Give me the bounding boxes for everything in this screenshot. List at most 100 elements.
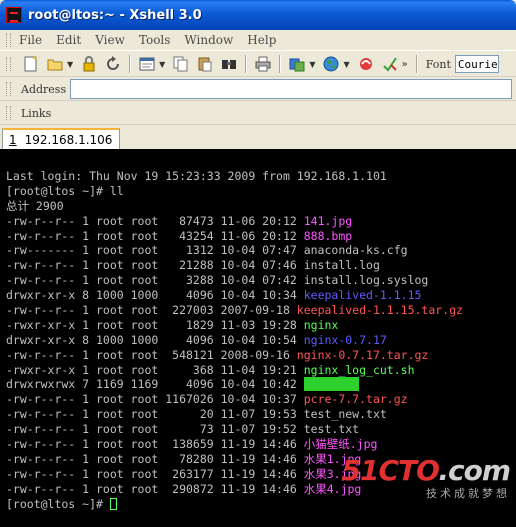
terminal-text: pcre-7.7.tar.gz	[303, 392, 408, 407]
terminal-line: -rw-r--r-- 1 root root 548121 2008-09-16…	[6, 348, 516, 363]
terminal-line: drwxr-xr-x 8 1000 1000 4096 10-04 10:34 …	[6, 288, 516, 303]
terminal-line: -rw-r--r-- 1 root root 138659 11-19 14:4…	[6, 437, 516, 452]
terminal-line: -rw-r--r-- 1 root root 263177 11-19 14:4…	[6, 467, 516, 482]
terminal-text: Last login: Thu Nov 19 15:23:33 2009 fro…	[6, 169, 387, 183]
terminal-text: -rw------- 1 root root 1312 10-04 07:47 …	[6, 243, 408, 258]
terminal-line: -rw------- 1 root root 1312 10-04 07:47 …	[6, 243, 516, 258]
terminal-text: pcre-7.7	[303, 377, 360, 392]
terminal-line: -rw-r--r-- 1 root root 3288 10-04 07:42 …	[6, 273, 516, 288]
terminal-line: -rwxr-xr-x 1 root root 1829 11-03 19:28 …	[6, 318, 516, 333]
links-label: Links	[21, 106, 52, 120]
tab-session-1[interactable]: 1 192.168.1.106	[2, 128, 120, 149]
terminal-text: -rw-r--r-- 1 root root 227003 2007-09-18	[6, 303, 297, 318]
address-input[interactable]	[70, 79, 512, 99]
terminal-line: 总计 2900	[6, 199, 516, 214]
menu-file[interactable]: File	[19, 33, 42, 47]
terminal-line: -rw-r--r-- 1 root root 78280 11-19 14:46…	[6, 452, 516, 467]
terminal-line: drwxrwxrwx 7 1169 1169 4096 10-04 10:42 …	[6, 377, 516, 392]
terminal-text: nginx_log_cut.sh	[303, 362, 415, 377]
copy-icon[interactable]	[171, 54, 191, 74]
address-label: Address	[21, 82, 67, 96]
transfer-icon[interactable]	[287, 54, 307, 74]
menu-view[interactable]: View	[95, 33, 125, 47]
terminal-cursor	[109, 498, 117, 511]
terminal-text: -rw-r--r-- 1 root root 21288 10-04 07:46…	[6, 258, 380, 273]
menu-tools[interactable]: Tools	[139, 33, 171, 47]
links-bar: Links	[0, 100, 516, 125]
terminal-text: -rwxr-xr-x 1 root root 368 11-04 19:21	[6, 362, 304, 377]
xshell-app-icon[interactable]	[6, 7, 22, 23]
menu-help[interactable]: Help	[247, 33, 276, 47]
open-folder-icon[interactable]	[45, 54, 65, 74]
toolbar-separator	[415, 55, 418, 73]
terminal-line: -rw-r--r-- 1 root root 21288 10-04 07:46…	[6, 258, 516, 273]
terminal-text: [root@ltos ~]# ll	[6, 183, 124, 198]
menu-bar: File Edit View Tools Window Help	[0, 30, 516, 50]
menu-edit[interactable]: Edit	[56, 33, 81, 47]
terminal-text: nginx-0.7.17	[303, 332, 387, 347]
terminal-text: 小猫壁纸.jpg	[303, 437, 378, 452]
tab-number: 1	[9, 132, 17, 147]
terminal-text: 水果3.jpg	[303, 466, 362, 481]
terminal-text: nginx-0.7.17.tar.gz	[296, 347, 429, 362]
terminal-line: [root@ltos ~]# ll	[6, 184, 516, 199]
terminal-text: -rw-r--r-- 1 root root 1167026 10-04 10:…	[6, 392, 304, 407]
terminal-text: -rw-r--r-- 1 root root 43254 11-06 20:12	[6, 228, 304, 243]
font-label: Font	[425, 57, 451, 71]
properties-icon[interactable]	[137, 54, 157, 74]
reconnect-icon[interactable]	[103, 54, 123, 74]
terminal-text: -rw-r--r-- 1 root root 548121 2008-09-16	[6, 347, 297, 362]
find-icon[interactable]	[219, 54, 239, 74]
terminal-text: drwxr-xr-x 8 1000 1000 4096 10-04 10:54	[6, 332, 304, 347]
terminal-text: drwxr-xr-x 8 1000 1000 4096 10-04 10:34	[6, 288, 304, 303]
terminal-text: keepalived-1.1.15	[303, 288, 422, 303]
properties-dropdown-icon[interactable]: ▼	[159, 60, 165, 69]
terminal-text: -rw-r--r-- 1 root root 138659 11-19 14:4…	[6, 437, 304, 452]
terminal-text: 水果1.jpg	[303, 451, 362, 466]
terminal-text: -rw-r--r-- 1 root root 78280 11-19 14:46	[6, 451, 304, 466]
terminal-line: -rw-r--r-- 1 root root 43254 11-06 20:12…	[6, 229, 516, 244]
lock-icon[interactable]	[79, 54, 99, 74]
xftp-icon[interactable]	[356, 54, 376, 74]
open-dropdown-icon[interactable]: ▼	[67, 60, 73, 69]
terminal-text: drwxrwxrwx 7 1169 1169 4096 10-04 10:42	[6, 377, 304, 392]
terminal-line: -rw-r--r-- 1 root root 1167026 10-04 10:…	[6, 392, 516, 407]
terminal-line: -rw-r--r-- 1 root root 20 11-07 19:53 te…	[6, 407, 516, 422]
terminal-text: 总计 2900	[6, 198, 64, 213]
toolbar-grip[interactable]	[6, 57, 11, 71]
tab-label: 192.168.1.106	[24, 132, 113, 147]
new-session-icon[interactable]	[21, 54, 41, 74]
title-bar: root@ltos:~ - Xshell 3.0	[0, 0, 516, 30]
menu-window[interactable]: Window	[184, 33, 233, 47]
toolbar: ▼ ▼ ▼ ▼ » Font Courier	[0, 50, 516, 77]
terminal-text: 141.jpg	[303, 213, 353, 228]
session-tab-strip: 1 192.168.1.106	[0, 124, 516, 149]
transfer-dropdown-icon[interactable]: ▼	[309, 60, 315, 69]
font-select[interactable]: Courier	[454, 55, 499, 73]
terminal-text: nginx	[303, 317, 339, 332]
terminal-line: -rw-r--r-- 1 root root 87473 11-06 20:12…	[6, 214, 516, 229]
toolbar-separator	[279, 55, 282, 73]
script-icon[interactable]	[380, 54, 400, 74]
print-icon[interactable]	[253, 54, 273, 74]
toolbar-grip[interactable]	[6, 106, 11, 120]
toolbar-grip[interactable]	[6, 33, 11, 47]
terminal-text: -rwxr-xr-x 1 root root 1829 11-03 19:28	[6, 317, 304, 332]
terminal-text: -rw-r--r-- 1 root root 3288 10-04 07:42 …	[6, 273, 429, 288]
terminal-text: keepalived-1.1.15.tar.gz	[296, 303, 463, 318]
toolbar-grip[interactable]	[6, 82, 11, 96]
toolbar-separator	[245, 55, 248, 73]
terminal-text: 888.bmp	[303, 228, 353, 243]
toolbar-separator	[129, 55, 132, 73]
terminal-text: -rw-r--r-- 1 root root 20 11-07 19:53 te…	[6, 407, 387, 422]
globe-dropdown-icon[interactable]: ▼	[343, 60, 349, 69]
terminal-text: -rw-r--r-- 1 root root 87473 11-06 20:12	[6, 213, 304, 228]
terminal-screen[interactable]: Last login: Thu Nov 19 15:23:33 2009 fro…	[0, 149, 516, 527]
paste-icon[interactable]	[195, 54, 215, 74]
globe-icon[interactable]	[321, 54, 341, 74]
terminal-line: -rw-r--r-- 1 root root 290872 11-19 14:4…	[6, 482, 516, 497]
terminal-line: Last login: Thu Nov 19 15:23:33 2009 fro…	[6, 169, 516, 184]
toolbar-overflow-icon[interactable]: »	[402, 59, 408, 70]
terminal-line: drwxr-xr-x 8 1000 1000 4096 10-04 10:54 …	[6, 333, 516, 348]
window-title: root@ltos:~ - Xshell 3.0	[28, 7, 202, 23]
